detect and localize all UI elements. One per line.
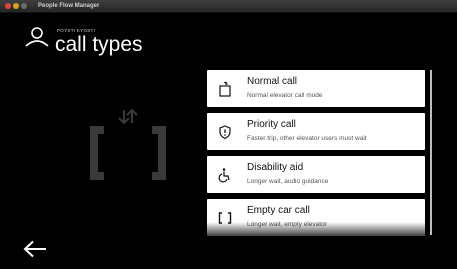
call-type-priority-card[interactable]: Priority call Faster trip, other elevato… xyxy=(207,113,425,150)
user-icon xyxy=(25,27,49,47)
window-titlebar: People Flow Manager xyxy=(0,0,457,13)
call-type-normal-card[interactable]: Normal call Normal elevator call mode xyxy=(207,70,425,107)
normal-call-icon xyxy=(219,81,231,97)
back-arrow-icon[interactable] xyxy=(22,240,48,258)
call-type-description: Longer wait, audio guidance xyxy=(247,178,329,185)
call-type-disability-card[interactable]: Disability aid Longer wait, audio guidan… xyxy=(207,156,425,193)
call-type-empty-car-card[interactable]: Empty car call Longer wait, empty elevat… xyxy=(207,199,425,236)
call-type-title: Empty car call xyxy=(247,205,310,216)
empty-car-icon xyxy=(218,212,232,224)
priority-shield-icon xyxy=(219,125,231,140)
call-type-description: Longer wait, empty elevator xyxy=(247,221,327,228)
elevator-icon xyxy=(90,108,166,180)
call-type-title: Disability aid xyxy=(247,162,304,173)
close-window-button[interactable] xyxy=(5,3,11,9)
call-type-list: Normal call Normal elevator call mode Pr… xyxy=(207,70,425,242)
call-type-description: Faster trip, other elevator users must w… xyxy=(247,135,367,142)
minimize-window-button[interactable] xyxy=(13,3,19,9)
maximize-window-button[interactable] xyxy=(21,3,27,9)
window-title: People Flow Manager xyxy=(38,3,100,9)
call-type-description: Normal elevator call mode xyxy=(247,92,323,99)
call-type-title: Priority call xyxy=(247,119,296,130)
call-type-title: Normal call xyxy=(247,76,298,87)
page-title: call types xyxy=(55,33,143,56)
scrollbar[interactable] xyxy=(430,70,432,235)
accessibility-icon xyxy=(218,168,230,183)
